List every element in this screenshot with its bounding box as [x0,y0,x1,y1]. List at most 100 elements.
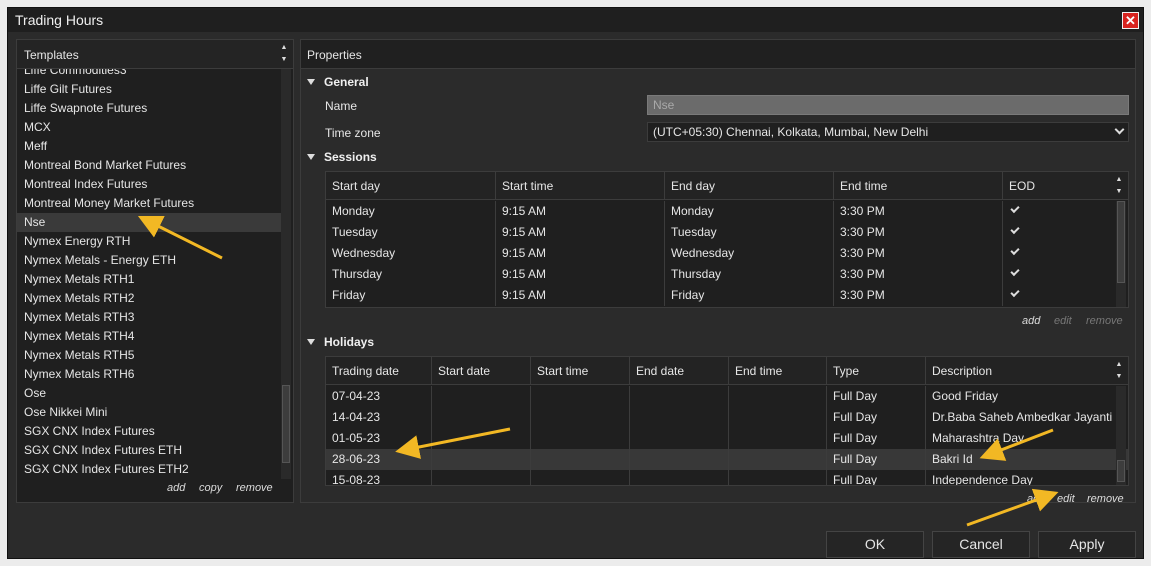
name-input[interactable]: Nse [647,95,1129,115]
column-header[interactable]: Start time [495,172,664,200]
ok-button[interactable]: OK [826,531,924,558]
holiday-remove-button[interactable]: remove [1087,493,1124,505]
template-item[interactable]: Nse [17,213,281,232]
table-row[interactable]: Friday 9:15 AM Friday 3:30 PM [326,285,1128,306]
column-header[interactable]: End time [833,172,1002,200]
column-header[interactable]: Trading date [326,357,431,385]
templates-list: Liffe Commodities3 Liffe Gilt Futures Liff… [17,69,281,479]
eod-cell [1002,243,1114,264]
apply-button[interactable]: Apply [1038,531,1136,558]
template-item[interactable]: Nymex Metals RTH6 [17,365,281,384]
template-item[interactable]: Nymex Metals RTH1 [17,270,281,289]
table-row[interactable]: 14-04-23 Full Day Dr.Baba Saheb Ambedkar J… [326,407,1128,428]
properties-header-label: Properties [307,48,362,62]
column-header[interactable]: Description [925,357,1115,385]
column-header[interactable]: End date [629,357,728,385]
template-item[interactable]: Meff [17,137,281,156]
table-cell: Wednesday [664,243,833,264]
checkmark-icon[interactable] [1010,245,1020,256]
holiday-add-button[interactable]: add [1027,493,1045,505]
table-cell: Dr.Baba Saheb Ambedkar Jayanti [925,407,1115,428]
template-item[interactable]: Nymex Energy RTH [17,232,281,251]
template-remove-button[interactable]: remove [236,482,273,494]
grid-scrollbar[interactable] [1116,386,1126,485]
table-row[interactable]: Wednesday 9:15 AM Wednesday 3:30 PM [326,243,1128,264]
template-add-button[interactable]: add [167,482,185,494]
templates-scroll-thumb[interactable] [282,385,290,463]
template-item[interactable]: Montreal Bond Market Futures [17,156,281,175]
template-item[interactable]: Liffe Swapnote Futures [17,99,281,118]
grid-scroll-thumb[interactable] [1117,201,1125,283]
column-header[interactable]: Type [826,357,925,385]
template-item[interactable]: Nymex Metals RTH3 [17,308,281,327]
chevron-down-icon [1114,124,1125,135]
template-copy-button[interactable]: copy [199,482,222,494]
eod-cell [1002,285,1114,306]
template-item[interactable]: Nymex Metals RTH2 [17,289,281,308]
column-header[interactable]: Start day [326,172,495,200]
template-item[interactable]: MCX [17,118,281,137]
template-item[interactable]: Ose [17,384,281,403]
column-header[interactable]: End day [664,172,833,200]
table-cell: 3:30 PM [833,201,1002,222]
table-cell: Full Day [826,470,925,485]
template-item[interactable]: Nymex Metals - Energy ETH [17,251,281,270]
column-header[interactable]: End time [728,357,826,385]
column-header[interactable]: Start time [530,357,629,385]
table-cell [530,386,629,407]
template-item[interactable]: Nymex Metals RTH4 [17,327,281,346]
table-row[interactable]: 01-05-23 Full Day Maharashtra Day [326,428,1128,449]
table-row[interactable]: Monday 9:15 AM Monday 3:30 PM [326,201,1128,222]
sort-arrows-icon[interactable]: ▲ ▼ [1113,174,1125,198]
grid-scrollbar[interactable] [1116,201,1126,307]
session-remove-button[interactable]: remove [1086,315,1123,327]
session-edit-button[interactable]: edit [1054,315,1072,327]
templates-panel: Templates ▲ ▼ Liffe Commodities3 Liffe Gil… [16,39,294,503]
column-header[interactable]: Start date [431,357,530,385]
template-item[interactable]: SGX CNX Index Futures ETH2 [17,460,281,479]
sessions-section-toggle[interactable]: Sessions [307,150,377,164]
close-icon[interactable]: ✕ [1122,12,1139,29]
table-row[interactable]: 07-04-23 Full Day Good Friday [326,386,1128,407]
template-item[interactable]: Liffe Commodities3 [17,69,281,80]
table-cell: 14-04-23 [332,410,381,424]
session-add-button[interactable]: add [1022,315,1040,327]
holidays-section-toggle[interactable]: Holidays [307,335,374,349]
general-section-toggle[interactable]: General [307,75,369,89]
checkmark-icon[interactable] [1010,224,1020,235]
template-item[interactable]: Nymex Metals RTH5 [17,346,281,365]
table-row[interactable]: Tuesday 9:15 AM Tuesday 3:30 PM [326,222,1128,243]
collapse-triangle-icon [307,339,315,345]
cancel-button[interactable]: Cancel [932,531,1030,558]
template-item[interactable]: Ose Nikkei Mini [17,403,281,422]
properties-header: Properties [301,40,1135,69]
table-cell: 15-08-23 [332,473,381,486]
table-row[interactable]: Thursday 9:15 AM Thursday 3:30 PM [326,264,1128,285]
window-title: Trading Hours [15,12,104,28]
templates-sort-icon[interactable]: ▲ ▼ [278,42,290,66]
template-item[interactable]: Liffe Gilt Futures [17,80,281,99]
templates-scrollbar[interactable] [281,69,291,479]
holiday-edit-button[interactable]: edit [1057,493,1075,505]
table-cell [728,449,826,470]
table-cell: Independence Day [925,470,1115,485]
template-item[interactable]: Montreal Money Market Futures [17,194,281,213]
template-item[interactable]: SGX CNX Index Futures [17,422,281,441]
collapse-triangle-icon [307,154,315,160]
checkmark-icon[interactable] [1010,266,1020,277]
template-item[interactable]: Montreal Index Futures [17,175,281,194]
table-cell: Friday [664,285,833,306]
column-header[interactable]: EOD [1002,172,1114,200]
template-item[interactable]: SGX CNX Index Futures ETH [17,441,281,460]
grid-scroll-thumb[interactable] [1117,460,1125,482]
sort-arrows-icon[interactable]: ▲ ▼ [1113,359,1125,383]
table-row[interactable]: 28-06-23 Full Day Bakri Id [326,449,1128,470]
grid-header: Trading date Start date Start time End date… [326,357,1128,385]
table-row[interactable]: 15-08-23 Full Day Independence Day [326,470,1128,486]
table-cell: Full Day [826,407,925,428]
checkmark-icon[interactable] [1010,287,1020,298]
grid-header: Start day Start time End day End time EOD ▲ ▼ [326,172,1128,200]
checkmark-icon[interactable] [1010,203,1020,214]
timezone-select[interactable]: (UTC+05:30) Chennai, Kolkata, Mumbai, Ne… [647,122,1129,142]
eod-cell [1002,222,1114,243]
